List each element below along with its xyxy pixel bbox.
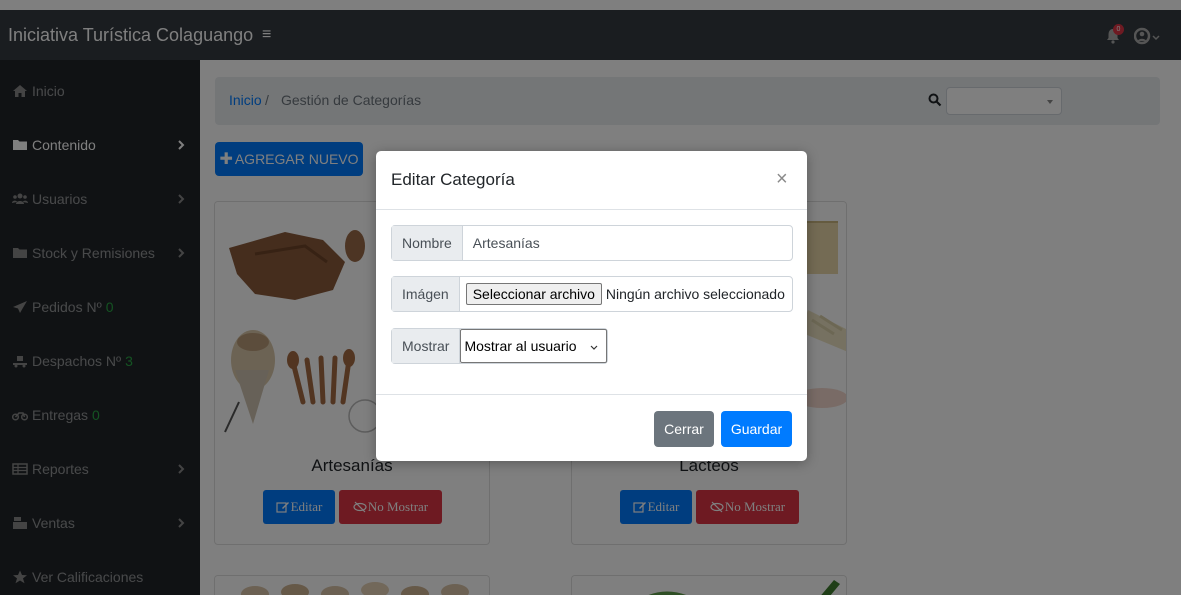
imagen-label: Imágen: [392, 277, 460, 311]
modal-title: Editar Categoría: [391, 170, 515, 189]
chevron-down-icon: [590, 340, 598, 350]
nombre-field[interactable]: Artesanías: [463, 226, 550, 260]
mostrar-label: Mostrar: [392, 329, 461, 363]
cancel-button[interactable]: Cerrar: [654, 411, 714, 447]
select-file-button[interactable]: Seleccionar archivo: [465, 283, 602, 305]
imagen-input-group: Imágen Seleccionar archivo Ningún archiv…: [391, 276, 793, 312]
modal-header: Editar Categoría ×: [376, 151, 807, 210]
page: Iniciativa Turística Colaguango ≡ 0 Inic…: [0, 0, 1181, 595]
close-icon[interactable]: ×: [776, 168, 788, 191]
nombre-label: Nombre: [392, 226, 463, 260]
edit-category-modal: Editar Categoría × Nombre Artesanías Imá…: [376, 151, 807, 461]
mostrar-select[interactable]: Mostrar al usuario: [460, 329, 607, 363]
save-button[interactable]: Guardar: [721, 411, 792, 447]
file-status-text: Ningún archivo seleccionado: [605, 286, 785, 302]
mostrar-select-value: Mostrar al usuario: [464, 338, 577, 354]
modal-footer: Cerrar Guardar: [376, 394, 807, 461]
mostrar-input-group: Mostrar Mostrar al usuario: [391, 328, 608, 364]
nombre-input-group: Nombre Artesanías: [391, 225, 793, 261]
